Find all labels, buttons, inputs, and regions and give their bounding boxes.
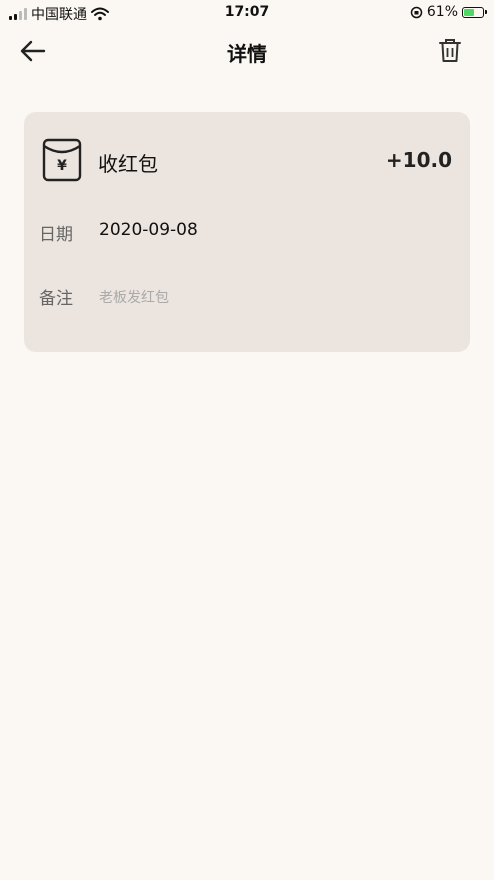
record-type: 收红包: [98, 152, 158, 176]
red-envelope-icon: ¥: [42, 138, 82, 182]
date-label: 日期: [39, 225, 73, 245]
nav-bar: 详情: [0, 26, 494, 76]
battery-percent: 61%: [426, 4, 458, 20]
status-right: 61%: [410, 4, 487, 20]
svg-text:¥: ¥: [57, 158, 67, 174]
status-bar: 中国联通 17:07 61%: [0, 0, 494, 26]
record-amount: +10.0: [385, 148, 452, 172]
note-value: 老板发红包: [99, 290, 169, 306]
note-label: 备注: [39, 289, 73, 309]
battery-icon: [462, 6, 487, 18]
date-value: 2020-09-08: [99, 220, 198, 240]
trash-icon[interactable]: [438, 38, 462, 64]
record-card: ¥ 收红包 +10.0 日期 2020-09-08 备注 老板发红包: [24, 112, 470, 352]
page-title: 详情: [227, 42, 267, 66]
orientation-lock-icon: [410, 6, 423, 18]
